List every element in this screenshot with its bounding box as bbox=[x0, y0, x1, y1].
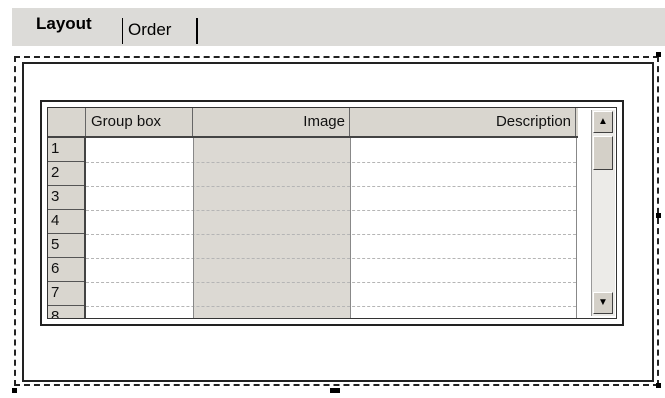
scroll-down-arrow-icon: ▼ bbox=[598, 297, 608, 308]
grid-control[interactable]: Group box Image Description 1 2 3 4 5 6 … bbox=[40, 100, 624, 326]
row-number[interactable]: 8 bbox=[48, 306, 84, 318]
row-divider bbox=[86, 210, 576, 211]
row-divider bbox=[86, 258, 576, 259]
scroll-up-button[interactable]: ▲ bbox=[593, 111, 613, 133]
row-divider bbox=[86, 186, 576, 187]
row-number[interactable]: 7 bbox=[48, 282, 84, 306]
row-number[interactable]: 1 bbox=[48, 138, 84, 162]
scroll-up-arrow-icon: ▲ bbox=[598, 116, 608, 127]
resize-handle[interactable] bbox=[656, 383, 661, 388]
column-divider bbox=[350, 138, 351, 318]
row-number[interactable]: 5 bbox=[48, 234, 84, 258]
grid-table[interactable]: Group box Image Description 1 2 3 4 5 6 … bbox=[47, 107, 617, 319]
tab-layout[interactable]: Layout bbox=[22, 10, 122, 44]
grid-header-row: Group box Image Description bbox=[48, 108, 578, 138]
row-divider bbox=[86, 162, 576, 163]
tab-order[interactable]: Order bbox=[112, 18, 198, 44]
column-header-description[interactable]: Description bbox=[350, 108, 576, 136]
column-header-group-box[interactable]: Group box bbox=[86, 108, 193, 136]
scrollbar-thumb[interactable] bbox=[593, 136, 613, 170]
row-divider bbox=[86, 234, 576, 235]
row-number-column: 1 2 3 4 5 6 7 8 bbox=[48, 138, 86, 318]
resize-handle[interactable] bbox=[656, 52, 661, 57]
row-number[interactable]: 3 bbox=[48, 186, 84, 210]
row-number[interactable]: 6 bbox=[48, 258, 84, 282]
column-header-image[interactable]: Image bbox=[193, 108, 350, 136]
tab-bar: Layout Order bbox=[12, 8, 665, 46]
grid-corner-cell bbox=[48, 108, 86, 136]
resize-handle[interactable] bbox=[12, 388, 17, 393]
scroll-down-button[interactable]: ▼ bbox=[593, 292, 613, 314]
image-column-body bbox=[193, 138, 350, 318]
column-divider bbox=[576, 138, 577, 318]
resize-handle[interactable] bbox=[330, 388, 340, 393]
row-number[interactable]: 4 bbox=[48, 210, 84, 234]
tab-divider bbox=[196, 18, 198, 44]
vertical-scrollbar[interactable]: ▲ ▼ bbox=[591, 110, 615, 316]
row-divider bbox=[86, 282, 576, 283]
column-divider bbox=[193, 138, 194, 318]
resize-handle[interactable] bbox=[656, 213, 661, 218]
row-divider bbox=[86, 306, 576, 307]
row-number[interactable]: 2 bbox=[48, 162, 84, 186]
